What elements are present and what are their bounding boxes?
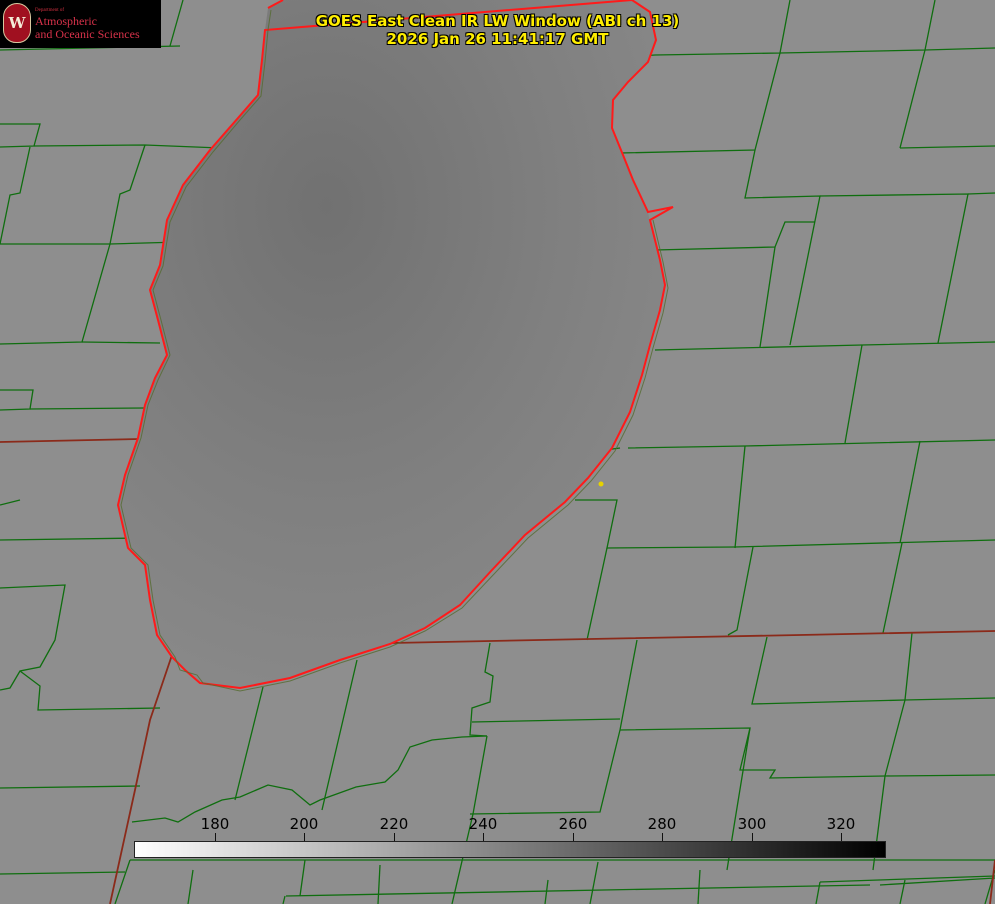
- colorbar-tick-label: 300: [737, 815, 767, 833]
- brightness-temperature-colorbar: [134, 841, 886, 858]
- colorbar-tick-label: 240: [468, 815, 498, 833]
- colorbar-tick-label: 220: [379, 815, 409, 833]
- colorbar-tick: [304, 833, 305, 841]
- image-title: GOES East Clean IR LW Window (ABI ch 13): [315, 12, 680, 30]
- colorbar-tick: [394, 833, 395, 841]
- colorbar-tick: [662, 833, 663, 841]
- satellite-map: [0, 0, 995, 904]
- image-timestamp: 2026 Jan 26 11:41:17 GMT: [386, 30, 609, 48]
- colorbar-tick: [841, 833, 842, 841]
- colorbar-tick: [483, 833, 484, 841]
- satellite-map-view: W Department of Atmospheric and Oceanic …: [0, 0, 995, 904]
- colorbar-tick-label: 320: [826, 815, 856, 833]
- colorbar-tick-label: 280: [647, 815, 677, 833]
- colorbar-tick: [573, 833, 574, 841]
- location-marker: [598, 481, 604, 487]
- colorbar-tick-label: 200: [289, 815, 319, 833]
- colorbar-tick: [215, 833, 216, 841]
- colorbar-tick-label: 260: [558, 815, 588, 833]
- colorbar-tick-label: 180: [200, 815, 230, 833]
- colorbar-tick: [752, 833, 753, 841]
